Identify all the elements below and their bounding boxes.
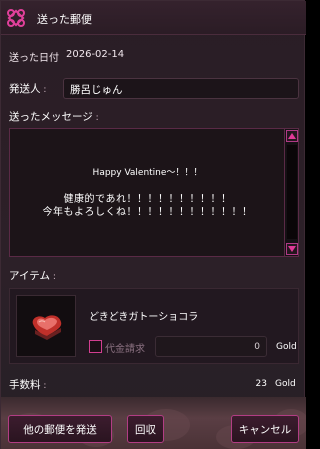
fee-label-text: 手数料 (9, 379, 41, 391)
cod-checkbox[interactable] (89, 340, 102, 353)
triangle-up-icon (288, 133, 296, 139)
message-scrollbar[interactable] (284, 129, 298, 256)
chocolate-cake-icon (32, 315, 62, 340)
item-panel: どきどきガトーショコラ 代金請求 0 Gold (9, 288, 299, 364)
item-label-text: アイテム (9, 270, 50, 282)
item-label: アイテム : (9, 270, 56, 282)
fee-currency: Gold (275, 379, 296, 389)
scroll-thumb[interactable] (287, 145, 297, 239)
cod-amount-field[interactable]: 0 (155, 336, 267, 357)
fee-value: 23 (255, 379, 267, 389)
fee-label: 手数料 : (9, 379, 47, 391)
item-name: どきどきガトーショコラ (89, 312, 199, 323)
triangle-down-icon (288, 246, 296, 252)
sent-date-label: 送った日付 (9, 53, 59, 64)
message-line: 今年もよろしくね！！！！！！！！！！！！ (42, 206, 253, 218)
message-label-text: 送ったメッセージ (9, 111, 93, 123)
message-line: Happy Valentine～！！！ (92, 167, 203, 178)
title-bar[interactable]: 送った郵便 (1, 1, 306, 35)
sender-label: 発送人 : (9, 83, 47, 95)
message-line: 健康的であれ！！！！！！！！！！ (63, 193, 232, 205)
cancel-button[interactable]: キャンセル (231, 415, 299, 443)
window-title: 送った郵便 (37, 13, 92, 26)
cod-currency: Gold (276, 342, 297, 352)
send-other-mail-button[interactable]: 他の郵便を発送 (8, 415, 112, 443)
message-box[interactable]: Happy Valentine～！！！ 健康的であれ！！！！！！！！！！ 今年も… (9, 128, 299, 257)
sent-mail-window: 送った郵便 送った日付 2026-02-14 発送人 : 勝呂じゅん 送ったメッ… (0, 0, 306, 449)
message-text: Happy Valentine～！！！ 健康的であれ！！！！！！！！！！ 今年も… (10, 129, 285, 256)
item-slot[interactable] (16, 295, 76, 357)
cod-label: 代金請求 (105, 344, 145, 355)
recall-button[interactable]: 回収 (127, 415, 164, 443)
button-bar: 他の郵便を発送 回収 キャンセル (1, 397, 306, 449)
sender-label-text: 発送人 (9, 83, 41, 95)
sender-field: 勝呂じゅん (63, 78, 299, 99)
sent-date-value: 2026-02-14 (66, 49, 125, 60)
scroll-down-button[interactable] (286, 243, 298, 255)
scroll-up-button[interactable] (286, 130, 298, 142)
message-label: 送ったメッセージ : (9, 111, 99, 123)
knot-ornament-icon (7, 9, 25, 27)
